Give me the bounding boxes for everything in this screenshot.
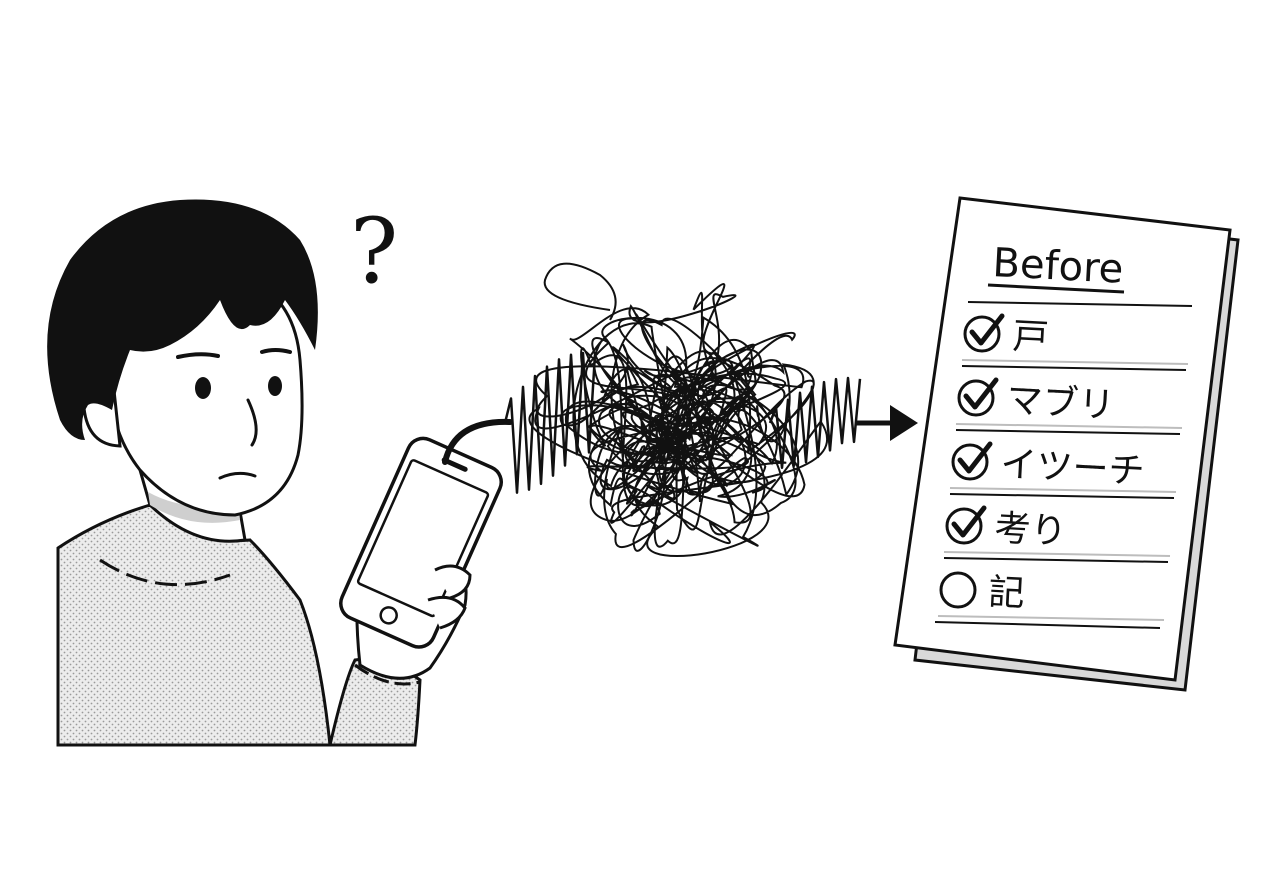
- checklist-item-label: イツーチ: [1000, 444, 1146, 492]
- tangled-scribble: [528, 262, 829, 557]
- checklist-document: Before 戸マブリイツーチ考り記: [893, 196, 1240, 692]
- checklist-item-label: 戸: [1012, 316, 1050, 359]
- illustration-scene: ? Before 戸マブリ イツーチ 考り記: [0, 0, 1280, 896]
- checked-circle-icon: [963, 315, 1001, 353]
- checked-circle-icon: [957, 379, 995, 417]
- smartphone: [339, 436, 503, 649]
- scribble-loop: [543, 262, 617, 321]
- question-mark-icon: ?: [350, 199, 398, 304]
- eye-left: [195, 377, 211, 399]
- checklist-item-label: 考り: [994, 508, 1068, 553]
- eye-right: [268, 376, 282, 396]
- arrow-right-icon: [855, 405, 918, 441]
- illustration-svg: ? Before 戸マブリイツーチ考り記: [47, 196, 1240, 747]
- sweater: [56, 503, 332, 747]
- checklist-item-label: 記: [988, 572, 1026, 615]
- scribble-line: [528, 283, 829, 557]
- checklist-item-label: マブリ: [1006, 380, 1116, 427]
- eyebrow-right: [260, 348, 292, 354]
- checked-circle-icon: [945, 507, 983, 545]
- checked-circle-icon: [951, 443, 989, 481]
- empty-circle-icon: [939, 571, 977, 609]
